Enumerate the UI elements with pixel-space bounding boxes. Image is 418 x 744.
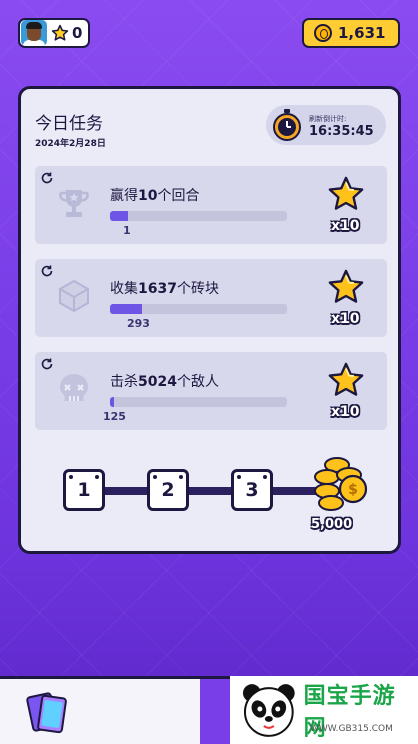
task-progress-bar [110,304,287,314]
timer-value: 16:35:45 [309,124,374,139]
avatar[interactable] [21,20,47,46]
player-profile[interactable]: 0 [18,18,90,48]
task-progress-value: 1 [123,224,131,237]
milestone-2[interactable]: 2 [147,469,189,511]
task-label: 收集1637个砖块 [110,281,219,297]
coin-balance[interactable]: 1,631 [302,18,400,48]
task-progress-bar [110,397,287,407]
reward-star-icon [328,176,364,210]
tab-active[interactable] [200,679,230,744]
task-card: 赢得10个回合 1 x10 [35,166,387,244]
reward-quantity: x10 [331,218,360,234]
coin-icon [314,24,332,42]
cards-icon [26,692,67,734]
task-label: 击杀5024个敌人 [110,374,219,390]
top-bar: 0 1,631 [0,0,418,60]
reward-star-icon [328,362,364,396]
milestone-1[interactable]: 1 [63,469,105,511]
page-title: 今日任务 [35,114,103,134]
milestone-3[interactable]: 3 [231,469,273,511]
watermark-url: WWW.GB315.COM [310,724,393,734]
tab-castle[interactable] [96,679,265,744]
stopwatch-icon [273,109,301,141]
reward-quantity: x10 [331,311,360,327]
reward-quantity: x10 [331,404,360,420]
refresh-icon[interactable] [39,263,55,279]
refresh-timer: 刷新倒计时: 16:35:45 [266,105,386,145]
task-label: 赢得10个回合 [110,188,200,204]
coin-amount: 1,631 [338,24,386,42]
panda-logo-icon [242,684,295,737]
task-card: 收集1637个砖块 293 x10 [35,259,387,337]
task-progress-bar [110,211,287,221]
refresh-icon[interactable] [39,356,55,372]
refresh-icon[interactable] [39,170,55,186]
watermark: 国宝手游网 WWW.GB315.COM [230,676,418,744]
trophy-icon [59,190,89,217]
coin-pile-icon[interactable]: $ [313,453,371,513]
tab-cards[interactable] [0,679,96,744]
task-card: 击杀5024个敌人 125 x10 [35,352,387,430]
star-icon [51,24,69,41]
task-progress-value: 293 [127,317,150,330]
cube-icon [59,279,89,313]
daily-tasks-panel: 今日任务 2024年2月28日 刷新倒计时: 16:35:45 赢得10个回合 … [18,86,401,554]
timer-label: 刷新倒计时: [309,115,347,123]
milestone-track [83,487,333,495]
panel-date: 2024年2月28日 [35,139,106,149]
svg-text:$: $ [348,482,358,498]
player-star-count: 0 [72,24,83,42]
final-reward-amount: 5,000 [311,517,353,532]
skull-icon [60,374,88,401]
reward-star-icon [328,269,364,303]
task-progress-value: 125 [103,410,126,423]
